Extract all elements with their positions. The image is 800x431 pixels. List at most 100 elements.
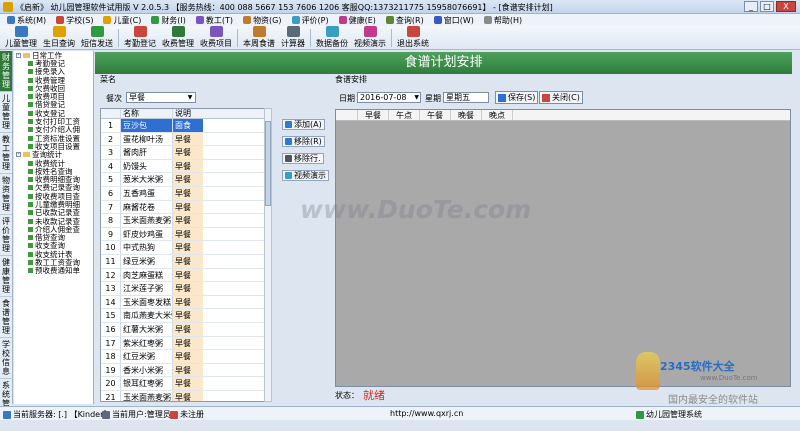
dish-name-cell[interactable]: 南瓜燕麦大米粥 bbox=[121, 309, 173, 322]
table-row[interactable]: 5 葱米大米粥 早餐 bbox=[101, 173, 265, 187]
scrollbar-thumb[interactable] bbox=[265, 121, 271, 206]
table-row[interactable]: 12 肉芝麻蛋糕 早餐 bbox=[101, 268, 265, 283]
table-row[interactable]: 15南瓜燕麦大米粥早餐 bbox=[101, 309, 265, 323]
dish-desc-cell[interactable]: 早餐 bbox=[173, 268, 203, 282]
remove-row-button[interactable]: 移除行. bbox=[282, 153, 324, 164]
side-tab-5[interactable]: 健康管理 bbox=[0, 256, 12, 297]
toolbar-button-2[interactable]: 短信发送 bbox=[78, 26, 116, 49]
dish-desc-cell[interactable]: 早餐 bbox=[173, 173, 203, 186]
toolbar-button-10[interactable]: 退出系统 bbox=[394, 26, 432, 49]
menu-item-5[interactable]: 物资(G) bbox=[238, 15, 286, 26]
meal-type-select[interactable]: 早餐 ▼ bbox=[126, 92, 196, 103]
dish-name-cell[interactable]: 红薯大米粥 bbox=[121, 322, 173, 336]
dish-name-cell[interactable]: 银耳红枣粥 bbox=[121, 377, 173, 390]
table-row[interactable]: 1 豆沙包 面食 bbox=[101, 119, 265, 133]
menu-item-8[interactable]: 查询(R) bbox=[381, 15, 429, 26]
table-row[interactable]: 20 银耳红枣粥 早餐 bbox=[101, 377, 265, 391]
side-tab-1[interactable]: 儿童管理 bbox=[0, 92, 12, 133]
toolbar-button-5[interactable]: 收费项目 bbox=[197, 26, 235, 49]
dish-desc-cell[interactable]: 早餐 bbox=[173, 227, 203, 241]
dish-name-cell[interactable]: 葱米大米粥 bbox=[121, 173, 173, 186]
dish-name-cell[interactable]: 豆沙包 bbox=[121, 119, 173, 132]
side-tab-3[interactable]: 物资管理 bbox=[0, 174, 12, 215]
minimize-button[interactable]: _ bbox=[744, 1, 758, 12]
toolbar-button-6[interactable]: 本周食谱 bbox=[240, 26, 278, 49]
dish-name-cell[interactable]: 酱肉肝 bbox=[121, 146, 173, 159]
table-row[interactable]: 8 玉米面燕麦粥 早餐 bbox=[101, 214, 265, 228]
collapse-toggle-icon[interactable]: - bbox=[16, 152, 21, 158]
menu-item-10[interactable]: 帮助(H) bbox=[479, 15, 527, 26]
dish-name-cell[interactable]: 香米小米粥 bbox=[121, 363, 173, 377]
dish-desc-cell[interactable]: 早餐 bbox=[173, 282, 203, 295]
add-button[interactable]: 添加(A) bbox=[282, 119, 325, 130]
dish-name-cell[interactable]: 红豆米粥 bbox=[121, 350, 173, 363]
side-tab-0[interactable]: 财务管理 bbox=[0, 51, 12, 92]
side-tab-7[interactable]: 学校信息 bbox=[0, 338, 12, 379]
menu-item-9[interactable]: 窗口(W) bbox=[429, 15, 479, 26]
table-row[interactable]: 13 江米莲子粥 早餐 bbox=[101, 282, 265, 296]
dish-desc-cell[interactable]: 早餐 bbox=[173, 200, 203, 214]
side-tab-4[interactable]: 评价管理 bbox=[0, 215, 12, 256]
dish-name-cell[interactable]: 紫米红枣粥 bbox=[121, 336, 173, 350]
table-row[interactable]: 3 酱肉肝 早餐 bbox=[101, 146, 265, 160]
menu-item-3[interactable]: 财务(I) bbox=[146, 15, 191, 26]
table-row[interactable]: 17 紫米红枣粥 早餐 bbox=[101, 336, 265, 351]
toolbar-button-7[interactable]: 计算器 bbox=[278, 26, 308, 49]
toolbar-button-1[interactable]: 生日查询 bbox=[40, 26, 78, 49]
table-row[interactable]: 11 绿豆米粥 早餐 bbox=[101, 254, 265, 269]
menu-item-1[interactable]: 学校(S) bbox=[51, 15, 98, 26]
dish-desc-cell[interactable]: 早餐 bbox=[173, 254, 203, 268]
menu-item-6[interactable]: 评价(P) bbox=[287, 15, 334, 26]
toolbar-button-9[interactable]: 视频演示 bbox=[351, 26, 389, 49]
dish-name-cell[interactable]: 虾皮炒鸡蛋 bbox=[121, 227, 173, 241]
toolbar-button-0[interactable]: 儿童管理 bbox=[2, 26, 40, 49]
table-row[interactable]: 19 香米小米粥 早餐 bbox=[101, 363, 265, 378]
dish-scrollbar[interactable] bbox=[264, 108, 272, 402]
dish-name-cell[interactable]: 奶馒头 bbox=[121, 159, 173, 173]
dish-desc-cell[interactable]: 早餐 bbox=[173, 186, 203, 200]
dish-desc-cell[interactable]: 面食 bbox=[173, 119, 203, 132]
dish-name-cell[interactable]: 玉米面枣发糕 bbox=[121, 295, 173, 309]
dish-desc-cell[interactable]: 早餐 bbox=[173, 295, 203, 309]
menu-item-7[interactable]: 健康(E) bbox=[334, 15, 381, 26]
menu-item-4[interactable]: 教工(T) bbox=[191, 15, 238, 26]
dish-name-cell[interactable]: 肉芝麻蛋糕 bbox=[121, 268, 173, 282]
menu-item-2[interactable]: 儿童(C) bbox=[98, 15, 146, 26]
dish-desc-cell[interactable]: 早餐 bbox=[173, 214, 203, 227]
dish-desc-cell[interactable]: 早餐 bbox=[173, 377, 203, 390]
meal-table[interactable]: 早餐 午点 午餐 晚餐 晚点 bbox=[335, 109, 791, 387]
table-row[interactable]: 18 红豆米粥 早餐 bbox=[101, 350, 265, 364]
toolbar-button-3[interactable]: 考勤登记 bbox=[121, 26, 159, 49]
table-row[interactable]: 16 红薯大米粥 早餐 bbox=[101, 322, 265, 337]
table-row[interactable]: 6 五香鸡蛋 早餐 bbox=[101, 186, 265, 201]
dish-desc-cell[interactable]: 早餐 bbox=[173, 146, 203, 159]
dish-name-cell[interactable]: 麻酱花卷 bbox=[121, 200, 173, 214]
dish-desc-cell[interactable]: 早餐 bbox=[173, 363, 203, 377]
dish-desc-cell[interactable]: 早餐 bbox=[173, 390, 203, 401]
dish-desc-cell[interactable]: 早餐 bbox=[173, 132, 203, 146]
toolbar-button-8[interactable]: 数据备份 bbox=[313, 26, 351, 49]
menu-item-0[interactable]: 系统(M) bbox=[2, 15, 51, 26]
dish-desc-cell[interactable]: 早餐 bbox=[173, 350, 203, 363]
maximize-button[interactable]: □ bbox=[760, 1, 774, 12]
dish-desc-cell[interactable]: 早餐 bbox=[173, 241, 203, 254]
website-link[interactable]: http://www.qxrj.cn bbox=[390, 409, 463, 418]
dish-desc-cell[interactable]: 早餐 bbox=[173, 159, 203, 173]
dish-name-cell[interactable]: 玉米面燕麦粥 bbox=[121, 390, 173, 401]
dish-name-cell[interactable]: 江米莲子粥 bbox=[121, 282, 173, 295]
table-row[interactable]: 7 麻酱花卷 早餐 bbox=[101, 200, 265, 215]
side-tab-6[interactable]: 食谱管理 bbox=[0, 297, 12, 338]
remove-button[interactable]: 移除(R) bbox=[282, 136, 325, 147]
dish-name-cell[interactable]: 蛋花柳叶汤 bbox=[121, 132, 173, 146]
table-row[interactable]: 10 中式热狗 早餐 bbox=[101, 241, 265, 255]
table-row[interactable]: 2 蛋花柳叶汤 早餐 bbox=[101, 132, 265, 147]
table-row[interactable]: 14 玉米面枣发糕 早餐 bbox=[101, 295, 265, 310]
dish-name-cell[interactable]: 玉米面燕麦粥 bbox=[121, 214, 173, 227]
toolbar-button-4[interactable]: 收费管理 bbox=[159, 26, 197, 49]
date-picker[interactable]: 2016-07-08 ▼ bbox=[357, 92, 421, 103]
dish-table[interactable]: 名称 说明 1 豆沙包 面食 2 蛋花柳叶汤 早餐 3 酱肉肝 早餐 4 奶馒头 早餐 5 葱米大米粥 早餐… bbox=[100, 108, 266, 402]
collapse-toggle-icon[interactable]: - bbox=[16, 52, 21, 58]
dish-desc-cell[interactable]: 早餐 bbox=[173, 336, 203, 350]
dish-desc-cell[interactable]: 早餐 bbox=[173, 309, 203, 322]
close-window-button[interactable]: X bbox=[776, 1, 796, 12]
